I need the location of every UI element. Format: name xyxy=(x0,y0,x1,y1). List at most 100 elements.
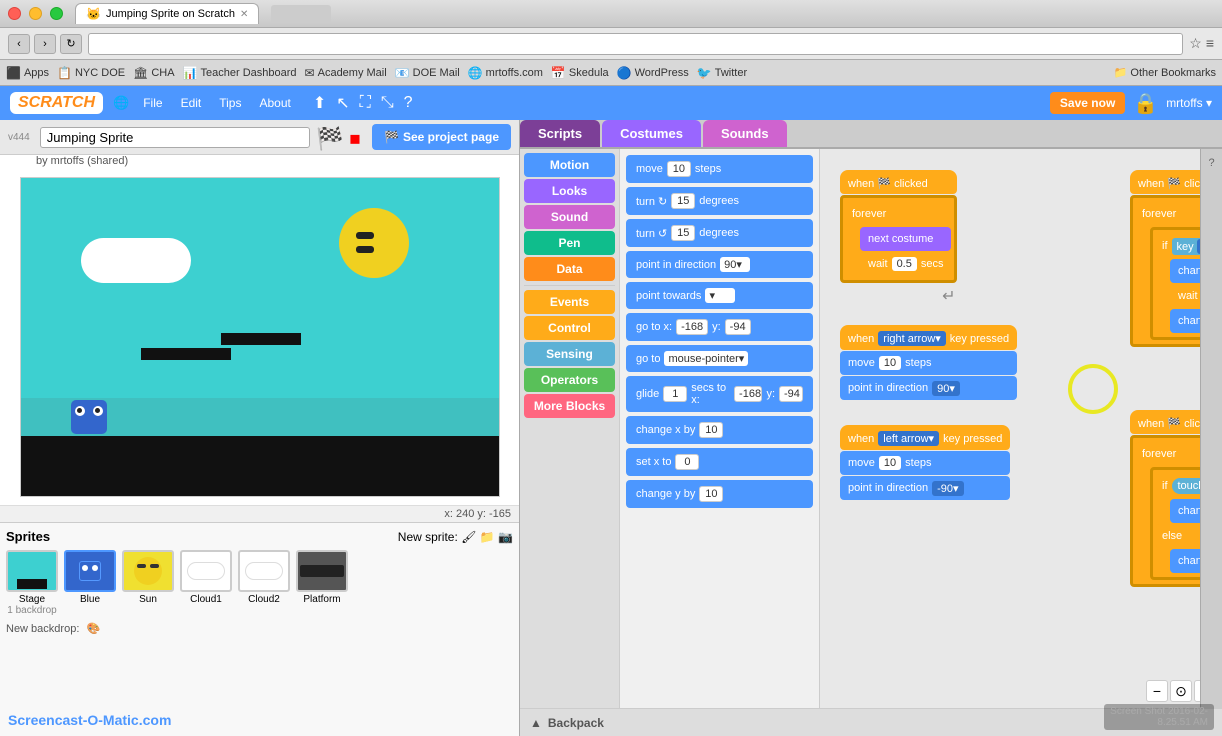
menu-about[interactable]: About xyxy=(255,94,294,112)
globe-icon[interactable]: 🌐 xyxy=(113,95,129,111)
blue-sprite-item[interactable]: Blue xyxy=(64,550,116,616)
block-turncw-input[interactable]: 15 xyxy=(671,193,695,209)
category-events[interactable]: Events xyxy=(524,290,615,314)
block-goto-x-input[interactable]: -168 xyxy=(676,319,708,335)
block-glide-secs-input[interactable]: 1 xyxy=(663,386,687,402)
category-more-blocks[interactable]: More Blocks xyxy=(524,394,615,418)
folder-icon[interactable]: 📁 xyxy=(480,530,495,544)
block-point-right[interactable]: point in direction 90▾ xyxy=(840,376,1017,400)
green-flag-button[interactable]: 🏁 xyxy=(316,126,338,148)
minimize-button[interactable] xyxy=(29,7,42,20)
block-point-towards[interactable]: point towards ▾ xyxy=(626,282,813,309)
block-change-x[interactable]: change x by 10 xyxy=(626,416,813,444)
category-looks[interactable]: Looks xyxy=(524,179,615,203)
fullscreen-icon[interactable]: ⛶ xyxy=(360,94,371,112)
bookmark-icon[interactable]: ☆ xyxy=(1189,35,1202,52)
zoom-out-button[interactable]: − xyxy=(1146,680,1168,702)
scratch-logo[interactable]: SCRATCH xyxy=(10,92,103,114)
block-point-left[interactable]: point in direction -90▾ xyxy=(840,476,1010,500)
bookmark-twitter[interactable]: 🐦Twitter xyxy=(697,66,747,80)
bookmark-other[interactable]: 📁 Other Bookmarks xyxy=(1114,66,1216,79)
paint-icon[interactable]: 🖌 xyxy=(461,530,476,544)
user-menu[interactable]: mrtoffs ▾ xyxy=(1166,96,1212,110)
stage-sprite-item[interactable]: Stage 1 backdrop xyxy=(6,550,58,616)
upload-icon[interactable]: ⬆ xyxy=(313,93,326,113)
platform-sprite-item[interactable]: Platform xyxy=(296,550,348,616)
block-goto-y-input[interactable]: -94 xyxy=(725,319,751,335)
cloud1-sprite-item[interactable]: Cloud1 xyxy=(180,550,232,616)
menu-edit[interactable]: Edit xyxy=(177,94,206,112)
block-turn-cw[interactable]: turn ↻ 15 degrees xyxy=(626,187,813,215)
help-icon[interactable]: ? xyxy=(404,94,413,112)
block-changey-input[interactable]: 10 xyxy=(699,486,723,502)
block-turnccw-input[interactable]: 15 xyxy=(671,225,695,241)
block-move-input[interactable]: 10 xyxy=(667,161,691,177)
block-goto-xy[interactable]: go to x: -168 y: -94 xyxy=(626,313,813,341)
url-input[interactable]: https://scratch.mit.edu/projects/4395037… xyxy=(88,33,1183,55)
category-motion[interactable]: Motion xyxy=(524,153,615,177)
block-towards-dropdown[interactable]: ▾ xyxy=(705,288,735,303)
bookmark-nycdoe[interactable]: 📋NYC DOE xyxy=(57,66,125,80)
camera-icon[interactable]: 📷 xyxy=(498,530,513,544)
bookmark-wordpress[interactable]: 🔵WordPress xyxy=(617,66,689,80)
category-operators[interactable]: Operators xyxy=(524,368,615,392)
forward-button[interactable]: › xyxy=(34,34,56,54)
block-glide-x-input[interactable]: -168 xyxy=(734,386,762,402)
block-forever-1[interactable]: forever next costume wait 0.5 secs xyxy=(840,195,957,283)
bookmark-cha[interactable]: 🏛CHA xyxy=(133,66,174,80)
see-project-button[interactable]: 🏁 See project page xyxy=(372,124,511,150)
block-move-right[interactable]: move 10 steps xyxy=(840,351,1017,375)
tab-sounds[interactable]: Sounds xyxy=(703,120,787,147)
help-icon-panel[interactable]: ? xyxy=(1208,157,1214,169)
close-button[interactable] xyxy=(8,7,21,20)
back-button[interactable]: ‹ xyxy=(8,34,30,54)
save-now-button[interactable]: Save now xyxy=(1050,92,1125,114)
block-next-costume[interactable]: next costume xyxy=(860,227,951,251)
block-when-clicked-1[interactable]: when 🏁 clicked xyxy=(840,170,957,194)
category-sound[interactable]: Sound xyxy=(524,205,615,229)
menu-icon[interactable]: ≡ xyxy=(1206,35,1214,52)
browser-tab[interactable]: 🐱 Jumping Sprite on Scratch ✕ xyxy=(75,3,259,24)
block-set-x[interactable]: set x to 0 xyxy=(626,448,813,476)
resize-icon[interactable]: ⤡ xyxy=(381,94,394,112)
bookmark-skedula[interactable]: 📅Skedula xyxy=(551,66,609,80)
scripting-canvas[interactable]: when 🏁 clicked forever next costume wait… xyxy=(820,149,1222,708)
tab-close-icon[interactable]: ✕ xyxy=(240,9,248,20)
block-direction-dropdown[interactable]: 90▾ xyxy=(720,257,750,272)
block-change-y[interactable]: change y by 10 xyxy=(626,480,813,508)
block-point-direction[interactable]: point in direction 90▾ xyxy=(626,251,813,278)
tab-costumes[interactable]: Costumes xyxy=(602,120,701,147)
bookmark-academy[interactable]: ✉Academy Mail xyxy=(305,66,387,80)
block-when-leftarrow[interactable]: when left arrow▾ key pressed xyxy=(840,425,1010,450)
cursor-icon[interactable]: ↖ xyxy=(336,93,349,113)
project-name-input[interactable] xyxy=(40,127,310,148)
bookmark-apps[interactable]: ⬛Apps xyxy=(6,66,49,80)
block-changex-input[interactable]: 10 xyxy=(699,422,723,438)
sun-sprite-item[interactable]: Sun xyxy=(122,550,174,616)
maximize-button[interactable] xyxy=(50,7,63,20)
category-control[interactable]: Control xyxy=(524,316,615,340)
category-data[interactable]: Data xyxy=(524,257,615,281)
menu-file[interactable]: File xyxy=(139,94,166,112)
block-setx-input[interactable]: 0 xyxy=(675,454,699,470)
category-sensing[interactable]: Sensing xyxy=(524,342,615,366)
block-goto-target-dropdown[interactable]: mouse-pointer▾ xyxy=(664,351,748,366)
cloud2-sprite-item[interactable]: Cloud2 xyxy=(238,550,290,616)
block-glide[interactable]: glide 1 secs to x: -168 y: -94 xyxy=(626,376,813,412)
block-wait-1[interactable]: wait 0.5 secs xyxy=(860,252,951,276)
block-when-rightarrow[interactable]: when right arrow▾ key pressed xyxy=(840,325,1017,350)
block-move[interactable]: move 10 steps xyxy=(626,155,813,183)
stop-button[interactable]: ⏹ xyxy=(344,126,366,148)
block-move-left[interactable]: move 10 steps xyxy=(840,451,1010,475)
category-pen[interactable]: Pen xyxy=(524,231,615,255)
zoom-reset-button[interactable]: ⊙ xyxy=(1170,680,1192,702)
block-goto-mousepointer[interactable]: go to mouse-pointer▾ xyxy=(626,345,813,372)
block-glide-y-input[interactable]: -94 xyxy=(779,386,803,402)
tab-scripts[interactable]: Scripts xyxy=(520,120,600,147)
bookmark-teacher[interactable]: 📊Teacher Dashboard xyxy=(183,66,297,80)
menu-tips[interactable]: Tips xyxy=(215,94,245,112)
new-backdrop-paint-icon[interactable]: 🎨 xyxy=(86,623,100,635)
bookmark-mrtoffs[interactable]: 🌐mrtoffs.com xyxy=(468,66,543,80)
block-turn-ccw[interactable]: turn ↺ 15 degrees xyxy=(626,219,813,247)
reload-button[interactable]: ↻ xyxy=(60,34,82,54)
